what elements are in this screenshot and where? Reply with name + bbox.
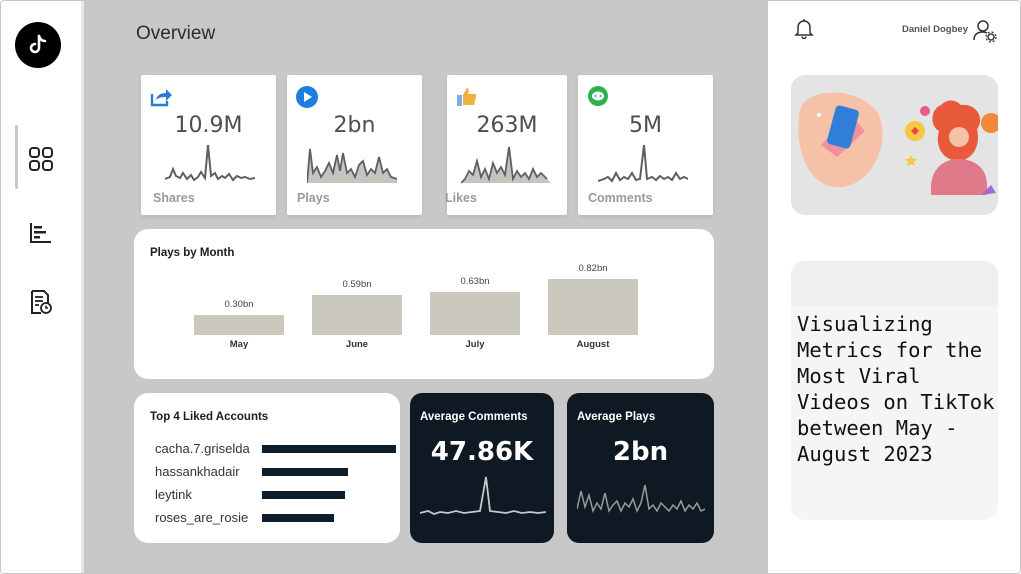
accounts-title: Top 4 Liked Accounts [150, 411, 269, 423]
kpi-value: 5M [629, 113, 662, 138]
thumbs-up-icon [457, 88, 477, 106]
avg-plays-title: Average Plays [577, 411, 656, 423]
social-media-illustration [791, 75, 998, 215]
kpi-label: Plays [297, 191, 330, 205]
avg-plays-sparkline [577, 484, 705, 514]
kpi-label: Comments [588, 191, 653, 205]
kpi-value: 10.9M [174, 113, 243, 138]
dashboard-icon[interactable] [28, 146, 54, 172]
user-settings-icon[interactable] [973, 19, 997, 43]
top-liked-accounts: Top 4 Liked Accounts cacha.7.griselda has… [134, 393, 400, 543]
sidebar [1, 1, 81, 573]
kpi-card-shares[interactable]: 10.9M Shares [141, 75, 276, 215]
bar-august[interactable] [548, 279, 638, 335]
kpi-card-plays[interactable]: 2bn Plays [287, 75, 422, 215]
account-name: leytink [155, 487, 192, 502]
plays-by-month-chart: Plays by Month 0.30bn May 0.59bn June 0.63bn… [134, 229, 714, 379]
kpi-label: Shares [153, 191, 195, 205]
illustration-image [798, 92, 998, 195]
avg-comments-value: 47.86K [430, 437, 534, 467]
bar-category-label: May [229, 339, 249, 350]
main-panel: Overview 10.9M Shares 2bn Plays 263M Lik… [84, 1, 768, 573]
kpi-label: Likes [445, 191, 477, 205]
nav-active-indicator [15, 125, 18, 189]
bar-category-label: July [465, 339, 485, 350]
bar-june[interactable] [312, 295, 402, 335]
account-bar[interactable] [262, 468, 348, 476]
comment-icon [588, 86, 608, 106]
avg-plays-value: 2bn [612, 437, 669, 467]
share-icon [150, 89, 172, 107]
account-name: roses_are_rosie [155, 510, 249, 525]
play-icon [296, 86, 318, 108]
right-panel: Daniel Dogbey Visualizing Metrics for th… [769, 1, 1020, 573]
kpi-card-likes[interactable]: 263M Likes [445, 75, 567, 215]
bar-may[interactable] [194, 315, 284, 335]
bar-category-label: August [576, 339, 610, 350]
sparkline [461, 146, 551, 184]
sparkline [598, 144, 688, 183]
kpi-card-comments[interactable]: 5M Comments [578, 75, 713, 215]
sparkline [307, 148, 397, 184]
page-title: Overview [136, 23, 216, 44]
avg-comments-title: Average Comments [420, 411, 528, 423]
account-name: cacha.7.griselda [155, 441, 250, 456]
account-bar[interactable] [262, 445, 396, 453]
bar-value-label: 0.82bn [578, 263, 608, 274]
average-comments-card: Average Comments 47.86K [410, 393, 554, 543]
bar-value-label: 0.59bn [342, 279, 372, 290]
report-icon[interactable] [28, 289, 54, 315]
account-name: hassankhadair [155, 464, 240, 479]
info-card: Visualizing Metrics for the Most Viral V… [791, 261, 998, 520]
bar-category-label: June [345, 339, 369, 350]
kpi-value: 263M [476, 113, 538, 138]
bar-value-label: 0.63bn [460, 276, 490, 287]
avg-comments-sparkline [420, 476, 546, 515]
account-bar[interactable] [262, 514, 334, 522]
average-plays-card: Average Plays 2bn [567, 393, 714, 543]
bar-chart-icon[interactable] [28, 220, 54, 246]
chart-title: Plays by Month [150, 247, 235, 259]
info-card-header [791, 261, 998, 305]
bar-value-label: 0.30bn [224, 299, 254, 310]
tiktok-logo-icon[interactable] [15, 22, 61, 68]
bar-july[interactable] [430, 292, 520, 335]
user-name: Daniel Dogbey [902, 24, 968, 35]
app-window: Overview 10.9M Shares 2bn Plays 263M Lik… [0, 0, 1021, 574]
account-bar[interactable] [262, 491, 345, 499]
notification-bell-icon[interactable] [793, 17, 815, 39]
kpi-value: 2bn [333, 113, 376, 138]
info-text: Visualizing Metrics for the Most Viral V… [797, 312, 995, 466]
sparkline [165, 144, 255, 182]
